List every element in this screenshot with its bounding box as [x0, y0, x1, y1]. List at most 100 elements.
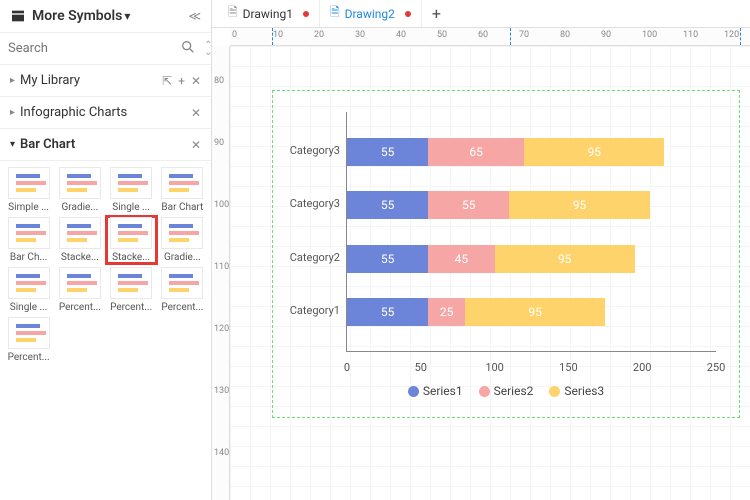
ruler-tick: 40 [396, 30, 406, 40]
dropdown-caret-icon[interactable]: ▾ [124, 9, 130, 23]
legend-item: Series3 [549, 384, 604, 398]
thumb-label: Percent... [8, 352, 50, 363]
ruler-vertical: 8090100110120130140 [212, 46, 230, 500]
chevron-right-icon: ▸ [10, 107, 20, 118]
chart-thumbnail[interactable]: Percent... [158, 267, 207, 313]
ruler-tick: 90 [601, 30, 611, 40]
ruler-tick: 100 [642, 30, 657, 40]
bar-segment: 55 [347, 191, 428, 219]
bar-row: 554595 [347, 245, 635, 273]
bar-segment: 45 [428, 245, 494, 273]
bar-segment: 55 [347, 138, 428, 166]
legend-item: Series2 [479, 384, 534, 398]
chart-legend: Series1 Series2 Series3 [286, 384, 726, 398]
stacked-bar-chart[interactable]: Series1Series2Series3 Category3556595Cat… [286, 104, 726, 404]
ruler-tick: 110 [683, 30, 698, 40]
sidebar: More Symbols ▾ ≪ ⌃⌄ ▸ My Library ⇱ + ✕ ▸… [0, 0, 212, 500]
thumb-label: Stacke... [61, 252, 99, 263]
x-tick: 100 [485, 361, 504, 374]
thumb-label: Percent... [110, 302, 152, 313]
section-bar-chart[interactable]: ▾ Bar Chart ✕ [0, 129, 211, 161]
file-icon: 🗎 [330, 3, 340, 24]
tab-drawing2[interactable]: 🗎 Drawing2 [320, 0, 422, 27]
ruler-tick: 30 [355, 30, 365, 40]
chart-thumbnail[interactable]: Single ... [107, 167, 156, 213]
bar-segment: 65 [428, 138, 524, 166]
ruler-tick: 110 [214, 262, 229, 272]
section-label: Bar Chart [20, 137, 185, 152]
bar-segment: 95 [524, 138, 664, 166]
search-input[interactable] [8, 41, 174, 56]
import-icon[interactable]: ⇱ [162, 74, 172, 88]
ruler-tick: 80 [214, 76, 224, 86]
section-infographic[interactable]: ▸ Infographic Charts ✕ [0, 97, 211, 129]
thumb-label: Percent... [161, 302, 203, 313]
search-icon[interactable] [180, 39, 196, 58]
bar-row: 556595 [347, 138, 664, 166]
symbols-title: More Symbols [32, 8, 122, 24]
selection-box[interactable]: Series1Series2Series3 Category3556595Cat… [272, 90, 740, 418]
bar-segment: 55 [347, 298, 428, 326]
section-label: My Library [20, 73, 156, 88]
guide-mark[interactable] [510, 28, 511, 45]
thumb-label: Bar Chart [161, 202, 203, 213]
bar-row: 555595 [347, 191, 650, 219]
add-tab-button[interactable]: + [422, 4, 451, 23]
ruler-tick: 20 [314, 30, 324, 40]
category-label: Category2 [286, 251, 344, 264]
legend-item: Series1 [408, 384, 463, 398]
ruler-tick: 70 [519, 30, 529, 40]
x-tick: 150 [559, 361, 578, 374]
close-icon[interactable]: ✕ [191, 138, 201, 152]
chart-thumbnail[interactable]: Gradie... [158, 217, 207, 263]
ruler-tick: 80 [560, 30, 570, 40]
ruler-tick: 60 [478, 30, 488, 40]
thumb-label: Single ... [112, 202, 150, 213]
collapse-sidebar-icon[interactable]: ≪ [188, 9, 201, 23]
thumb-label: Stacke... [112, 252, 150, 263]
ruler-tick: 120 [724, 30, 739, 40]
ruler-tick: 90 [214, 138, 224, 148]
chart-thumbnail[interactable]: Percent... [4, 317, 53, 363]
ruler-tick: 10 [273, 30, 283, 40]
category-label: Category1 [286, 304, 344, 317]
section-my-library[interactable]: ▸ My Library ⇱ + ✕ [0, 65, 211, 97]
chart-thumbnail[interactable]: Stacke... [107, 217, 156, 263]
close-icon[interactable]: ✕ [191, 106, 201, 120]
category-label: Category3 [286, 197, 344, 210]
ruler-tick: 130 [214, 386, 229, 396]
canvas-area: 🗎 Drawing1 🗎 Drawing2 + 0 10 20 30 40 50 60 70 8… [212, 0, 750, 500]
chart-thumbnail[interactable]: Percent... [107, 267, 156, 313]
guide-mark[interactable] [740, 28, 741, 45]
tab-label: Drawing2 [345, 7, 395, 21]
chart-thumbnail[interactable]: Stacke... [55, 217, 104, 263]
bar-segment: 95 [509, 191, 649, 219]
tab-drawing1[interactable]: 🗎 Drawing1 [218, 0, 320, 27]
section-label: Infographic Charts [20, 105, 185, 120]
unsaved-dot-icon [303, 11, 309, 17]
bar-segment: 95 [465, 298, 605, 326]
x-tick: 250 [707, 361, 726, 374]
thumb-label: Percent... [59, 302, 101, 313]
library-icon [10, 8, 26, 24]
bar-segment: 25 [428, 298, 465, 326]
close-icon[interactable]: ✕ [191, 74, 201, 88]
ruler-tick: 140 [214, 448, 229, 458]
canvas-grid[interactable]: Series1Series2Series3 Category3556595Cat… [230, 46, 750, 500]
ruler-tick: 50 [437, 30, 447, 40]
chart-thumbnail[interactable]: Simple ... [4, 167, 53, 213]
x-tick: 0 [344, 361, 350, 374]
tab-label: Drawing1 [243, 7, 293, 21]
thumb-label: Simple ... [8, 202, 49, 213]
chart-thumbnail[interactable]: Gradie... [55, 167, 104, 213]
chart-thumbnail[interactable]: Percent... [55, 267, 104, 313]
thumb-label: Gradie... [164, 252, 201, 263]
bar-row: 552595 [347, 298, 605, 326]
chart-thumbnail[interactable]: Single ... [4, 267, 53, 313]
chart-thumbnail[interactable]: Bar Ch... [4, 217, 53, 263]
bar-segment: 55 [347, 245, 428, 273]
bar-segment: 55 [428, 191, 509, 219]
add-icon[interactable]: + [178, 74, 185, 88]
bar-segment: 95 [495, 245, 635, 273]
chart-thumbnail[interactable]: Bar Chart [158, 167, 207, 213]
